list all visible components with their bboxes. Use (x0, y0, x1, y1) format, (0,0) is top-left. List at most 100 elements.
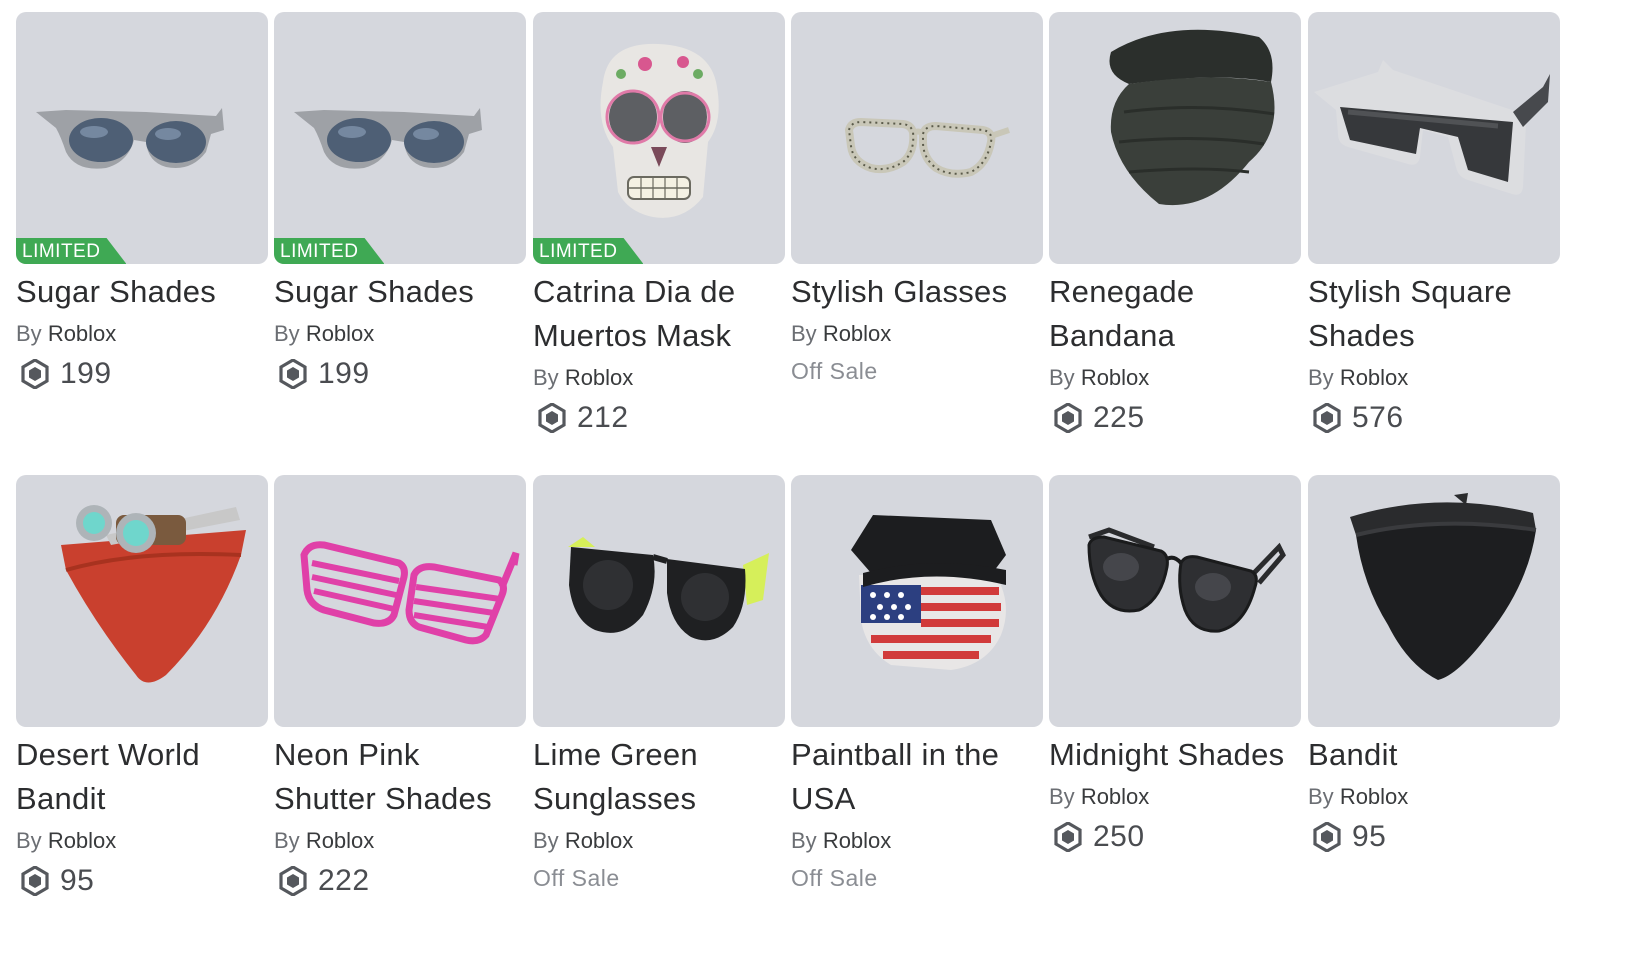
item-card[interactable]: Stylish Square Shades By Roblox 576 (1308, 12, 1560, 436)
item-name[interactable]: Paintball in the USA (791, 733, 1043, 821)
goggles-bandana-icon (61, 505, 246, 683)
item-card[interactable]: Midnight Shades By Roblox 250 (1049, 475, 1301, 855)
by-label: By (1308, 365, 1334, 390)
item-name[interactable]: Stylish Square Shades (1308, 270, 1560, 358)
item-name[interactable]: Sugar Shades (274, 270, 526, 314)
item-price: 199 (274, 356, 526, 392)
item-card[interactable]: Neon Pink Shutter Shades By Roblox 222 (274, 475, 526, 899)
creator-link[interactable]: Roblox (48, 828, 116, 853)
item-thumbnail[interactable] (1308, 475, 1560, 727)
by-label: By (1049, 784, 1075, 809)
item-creator: By Roblox (791, 827, 1043, 855)
item-price: 225 (1049, 400, 1301, 436)
item-thumbnail[interactable]: LIMITED (16, 12, 268, 264)
glasses-icon (844, 117, 1010, 178)
by-label: By (274, 828, 300, 853)
by-label: By (1308, 784, 1334, 809)
price-value: 199 (60, 357, 112, 390)
item-thumbnail[interactable] (16, 475, 268, 727)
robux-icon (1313, 822, 1341, 852)
item-name[interactable]: Lime Green Sunglasses (533, 733, 785, 821)
item-card[interactable]: Desert World Bandit By Roblox 95 (16, 475, 268, 899)
item-creator: By Roblox (1308, 364, 1560, 392)
item-thumbnail[interactable] (791, 475, 1043, 727)
creator-link[interactable]: Roblox (48, 321, 116, 346)
paintball-mask-icon (851, 515, 1006, 670)
robux-icon (279, 866, 307, 896)
item-creator: By Roblox (274, 320, 526, 348)
item-name[interactable]: Neon Pink Shutter Shades (274, 733, 526, 821)
price-value: 222 (318, 864, 370, 897)
off-sale-label: Off Sale (533, 865, 620, 891)
item-thumbnail[interactable] (791, 12, 1043, 264)
creator-link[interactable]: Roblox (306, 828, 374, 853)
item-name[interactable]: Sugar Shades (16, 270, 268, 314)
creator-link[interactable]: Roblox (306, 321, 374, 346)
item-price: 95 (16, 863, 268, 899)
price-value: 95 (60, 864, 95, 897)
bandana-icon (1109, 29, 1275, 206)
item-card[interactable]: Bandit By Roblox 95 (1308, 475, 1560, 855)
creator-link[interactable]: Roblox (823, 828, 891, 853)
by-label: By (274, 321, 300, 346)
price-value: 212 (577, 401, 629, 434)
off-sale-label: Off Sale (791, 865, 878, 891)
item-price: 250 (1049, 819, 1301, 855)
item-creator: By Roblox (533, 364, 785, 392)
robux-icon (538, 403, 566, 433)
item-name[interactable]: Stylish Glasses (791, 270, 1043, 314)
item-name[interactable]: Renegade Bandana (1049, 270, 1301, 358)
item-creator: By Roblox (533, 827, 785, 855)
creator-link[interactable]: Roblox (565, 828, 633, 853)
item-name[interactable]: Bandit (1308, 733, 1560, 777)
creator-link[interactable]: Roblox (1081, 365, 1149, 390)
price-value: 576 (1352, 401, 1404, 434)
item-card[interactable]: Paintball in the USA By Roblox Off Sale (791, 475, 1043, 892)
item-creator: By Roblox (1049, 364, 1301, 392)
price-value: 225 (1093, 401, 1145, 434)
price-value: 95 (1352, 820, 1387, 853)
off-sale-label: Off Sale (791, 358, 878, 384)
creator-link[interactable]: Roblox (1340, 784, 1408, 809)
creator-link[interactable]: Roblox (565, 365, 633, 390)
item-name[interactable]: Midnight Shades (1049, 733, 1301, 777)
creator-link[interactable]: Roblox (1081, 784, 1149, 809)
price-value: 250 (1093, 820, 1145, 853)
aviator-shades-icon (1087, 527, 1286, 633)
item-thumbnail[interactable] (274, 475, 526, 727)
item-creator: By Roblox (16, 827, 268, 855)
item-card[interactable]: Renegade Bandana By Roblox 225 (1049, 12, 1301, 436)
sunglasses-icon (36, 108, 224, 169)
item-name[interactable]: Desert World Bandit (16, 733, 268, 821)
item-price: 576 (1308, 400, 1560, 436)
item-thumbnail[interactable]: LIMITED (274, 12, 526, 264)
item-card[interactable]: LIMITED Sugar Shades By Roblox 199 (16, 12, 268, 392)
item-card[interactable]: LIMITED Catrina Dia de Muertos Mask By R… (533, 12, 785, 436)
item-creator: By Roblox (1049, 783, 1301, 811)
item-thumbnail[interactable] (1049, 12, 1301, 264)
item-creator: By Roblox (1308, 783, 1560, 811)
bandana-icon (1350, 493, 1537, 680)
robux-icon (21, 359, 49, 389)
item-thumbnail[interactable] (533, 475, 785, 727)
item-thumbnail[interactable] (1049, 475, 1301, 727)
shutter-shades-icon (300, 541, 520, 645)
item-card[interactable]: Lime Green Sunglasses By Roblox Off Sale (533, 475, 785, 892)
robux-icon (1054, 822, 1082, 852)
item-card[interactable]: LIMITED Sugar Shades By Roblox 199 (274, 12, 526, 392)
item-price: 212 (533, 400, 785, 436)
item-thumbnail[interactable] (1308, 12, 1560, 264)
creator-link[interactable]: Roblox (823, 321, 891, 346)
item-creator: By Roblox (16, 320, 268, 348)
item-name[interactable]: Catrina Dia de Muertos Mask (533, 270, 785, 358)
item-thumbnail[interactable]: LIMITED (533, 12, 785, 264)
item-card[interactable]: Stylish Glasses By Roblox Off Sale (791, 12, 1043, 385)
item-creator: By Roblox (274, 827, 526, 855)
by-label: By (1049, 365, 1075, 390)
catalog-row: LIMITED Sugar Shades By Roblox 199 LIMIT… (16, 12, 1616, 492)
sunglasses-icon (568, 537, 769, 641)
skull-mask-icon (600, 43, 719, 218)
creator-link[interactable]: Roblox (1340, 365, 1408, 390)
catalog-grid: LIMITED Sugar Shades By Roblox 199 LIMIT… (16, 12, 1616, 972)
by-label: By (791, 321, 817, 346)
